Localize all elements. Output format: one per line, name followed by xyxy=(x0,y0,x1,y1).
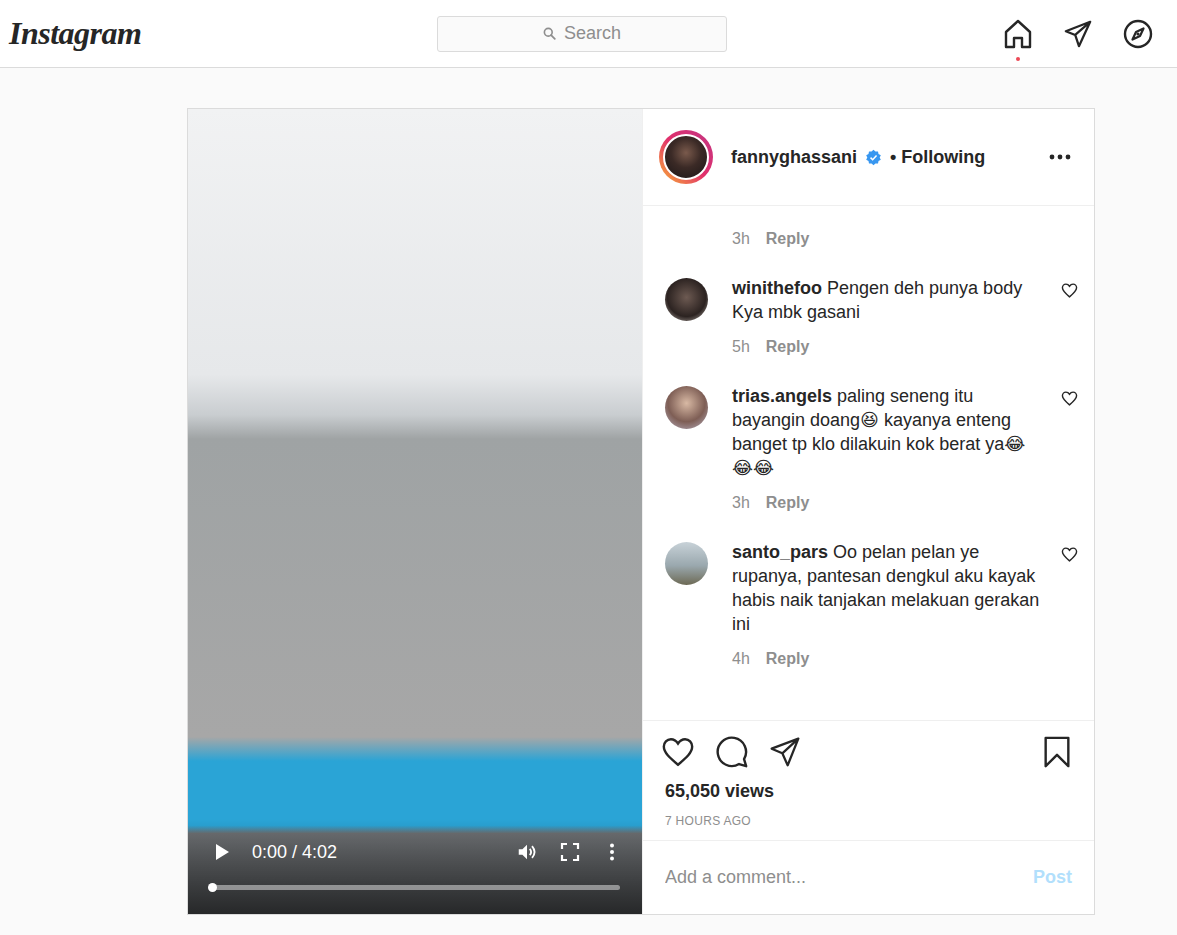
add-comment-bar: Post xyxy=(643,840,1094,914)
commenter-username[interactable]: winithefoo xyxy=(732,278,822,298)
video-controls: 0:00 / 4:02 xyxy=(188,819,642,914)
more-options-icon[interactable] xyxy=(1048,153,1072,161)
search-placeholder: Search xyxy=(564,23,621,44)
post-card: 0:00 / 4:02 fannyghassani • Following 3h Rep… xyxy=(187,108,1095,915)
comment: trias.angels paling seneng itu bayangin … xyxy=(665,384,1046,512)
comment-meta: 4h Reply xyxy=(732,650,1041,668)
share-icon[interactable] xyxy=(769,736,801,768)
heart-icon[interactable] xyxy=(1061,546,1078,563)
post-side-panel: fannyghassani • Following 3h Reply winithefo… xyxy=(642,109,1094,914)
video-player[interactable]: 0:00 / 4:02 xyxy=(188,109,642,914)
verified-badge-icon xyxy=(865,149,882,166)
follow-status[interactable]: • Following xyxy=(890,147,985,168)
progress-thumb[interactable] xyxy=(208,883,217,892)
reply-button[interactable]: Reply xyxy=(766,494,810,512)
paper-plane-icon xyxy=(1063,19,1093,49)
comment-list: 3h Reply winithefoo Pengen deh punya body … xyxy=(643,206,1094,720)
author-avatar[interactable] xyxy=(659,130,713,184)
heart-icon[interactable] xyxy=(1061,282,1078,299)
video-progress[interactable] xyxy=(210,885,620,890)
commenter-avatar[interactable] xyxy=(665,542,708,585)
post-actions: 65,050 views 7 HOURS AGO xyxy=(643,720,1094,840)
comment-icon[interactable] xyxy=(715,735,749,769)
search-field[interactable]: Search xyxy=(437,16,727,52)
comment-input[interactable] xyxy=(665,867,1023,888)
commenter-username[interactable]: trias.angels xyxy=(732,386,832,406)
nav-icons xyxy=(727,17,1155,51)
comment-text: winithefoo Pengen deh punya body Kya mbk… xyxy=(732,276,1041,324)
view-count[interactable]: 65,050 views xyxy=(665,781,1074,802)
page: Instagram Search 0:00 / 4:02 fannyghassani •… xyxy=(0,0,1177,935)
post-button[interactable]: Post xyxy=(1033,867,1072,888)
notification-dot xyxy=(1016,57,1020,61)
heart-icon[interactable] xyxy=(1061,390,1078,407)
comment-meta: 3h Reply xyxy=(665,230,1046,248)
commenter-username[interactable]: santo_pars xyxy=(732,542,828,562)
post-time: 7 HOURS AGO xyxy=(665,814,1074,828)
heart-icon[interactable] xyxy=(661,735,695,769)
bookmark-icon[interactable] xyxy=(1040,735,1074,769)
video-time: 0:00 / 4:02 xyxy=(252,842,337,863)
comment-time: 3h xyxy=(732,230,750,248)
comment: santo_pars Oo pelan pelan ye rupanya, pa… xyxy=(665,540,1046,668)
author-username[interactable]: fannyghassani xyxy=(731,147,857,168)
fullscreen-icon[interactable] xyxy=(560,842,580,862)
more-vertical-icon[interactable] xyxy=(602,842,622,862)
instagram-logo[interactable]: Instagram xyxy=(9,15,437,52)
reply-button[interactable]: Reply xyxy=(766,230,810,248)
comment-meta: 3h Reply xyxy=(732,494,1041,512)
play-icon[interactable] xyxy=(212,842,232,862)
comment: winithefoo Pengen deh punya body Kya mbk… xyxy=(665,276,1046,356)
reply-button[interactable]: Reply xyxy=(766,338,810,356)
commenter-avatar[interactable] xyxy=(665,386,708,429)
commenter-avatar[interactable] xyxy=(665,278,708,321)
comment-text: trias.angels paling seneng itu bayangin … xyxy=(732,384,1041,480)
explore-button[interactable] xyxy=(1121,17,1155,51)
post-header: fannyghassani • Following xyxy=(643,109,1094,206)
home-icon xyxy=(1002,18,1034,50)
comment-time: 3h xyxy=(732,494,750,512)
feed: 0:00 / 4:02 fannyghassani • Following 3h Rep… xyxy=(0,68,1177,935)
reply-button[interactable]: Reply xyxy=(766,650,810,668)
compass-icon xyxy=(1122,18,1154,50)
home-button[interactable] xyxy=(1001,17,1035,51)
comment-meta: 5h Reply xyxy=(732,338,1041,356)
comment-time: 5h xyxy=(732,338,750,356)
comment-text: santo_pars Oo pelan pelan ye rupanya, pa… xyxy=(732,540,1041,636)
video-frame xyxy=(188,109,642,914)
direct-button[interactable] xyxy=(1061,17,1095,51)
comment-time: 4h xyxy=(732,650,750,668)
volume-icon[interactable] xyxy=(516,841,538,863)
magnifier-icon xyxy=(543,27,556,40)
top-bar: Instagram Search xyxy=(0,0,1177,68)
